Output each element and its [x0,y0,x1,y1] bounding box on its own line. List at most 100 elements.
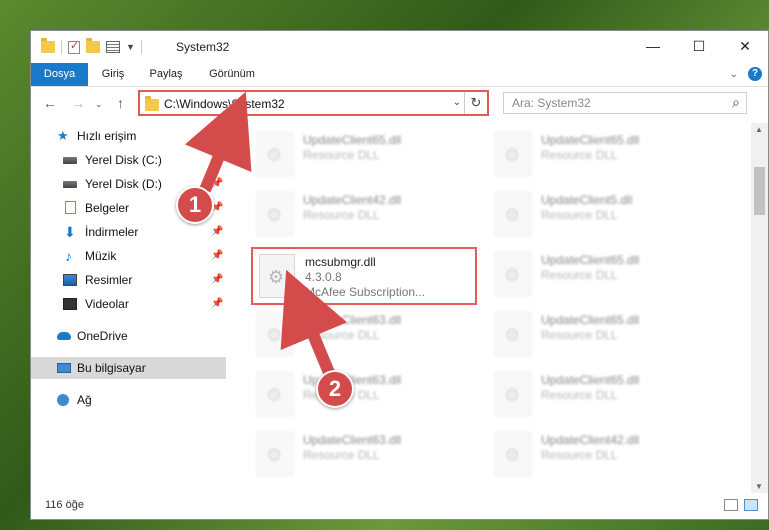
dll-file-icon [495,432,531,476]
search-icon: ⌕ [732,94,740,110]
vertical-scrollbar[interactable]: ▲ ▼ [751,123,768,493]
new-folder-icon[interactable] [86,38,100,53]
file-tile[interactable]: UpdateClient42.dll Resource DLL [489,427,711,485]
file-tile[interactable]: UpdateClient63.dll Resource DLL [251,427,473,485]
dll-file-icon [495,312,531,356]
navigation-pane: ★ Hızlı erişim Yerel Disk (C:) 📌 Yerel D… [31,123,226,493]
nav-item-music[interactable]: ♪ Müzik 📌 [31,245,226,267]
close-button[interactable]: ✕ [722,31,768,61]
scroll-up-icon[interactable]: ▲ [755,125,763,134]
search-placeholder: Ara: System32 [512,96,591,110]
quick-access-toolbar: ▼ [41,38,142,55]
tab-share[interactable]: Paylaş [141,63,191,86]
window-title: System32 [176,40,230,54]
expand-ribbon-icon[interactable]: ⌄ [730,69,738,80]
pictures-icon [63,274,77,286]
ribbon-tabs: Dosya Giriş Paylaş Görünüm ⌄ ? [31,63,768,87]
file-version: 4.3.0.8 [305,270,342,284]
dll-file-icon [495,252,531,296]
dll-file-icon [495,192,531,236]
dll-file-icon [257,432,293,476]
nav-item-downloads[interactable]: ⬇ İndirmeler 📌 [31,221,226,243]
file-list: UpdateClient65.dll Resource DLL UpdateCl… [251,123,739,493]
help-icon[interactable]: ? [748,67,762,81]
file-tile-mcsubmgr[interactable]: mcsubmgr.dll 4.3.0.8 McAfee Subscription… [251,247,477,305]
search-input[interactable]: Ara: System32 ⌕ [503,92,747,114]
pin-icon[interactable]: 📌 [211,173,223,195]
customize-dropdown-icon[interactable]: ▼ [126,42,135,52]
address-path: C:\Windows\System32 [164,97,285,111]
file-tile[interactable]: UpdateClient65.dll Resource DLL [489,127,711,185]
forward-arrow-icon[interactable]: → [71,95,85,111]
pin-icon[interactable]: 📌 [211,293,223,315]
back-arrow-icon[interactable]: ← [43,95,57,111]
pin-icon[interactable]: 📌 [211,221,223,243]
tab-home[interactable]: Giriş [93,63,133,86]
file-tile[interactable]: UpdateClient5.dll Resource DLL [489,187,711,245]
network-icon [57,394,69,406]
view-switcher [724,499,758,511]
maximize-button[interactable]: ☐ [676,31,722,61]
music-icon: ♪ [65,248,72,264]
drive-icon [63,181,77,188]
window-controls: — ☐ ✕ [630,31,768,61]
dll-file-icon [257,132,293,176]
nav-item-videos[interactable]: Videolar 📌 [31,293,226,315]
file-tile[interactable]: UpdateClient65.dll Resource DLL [489,307,711,365]
file-tile[interactable]: UpdateClient42.dll Resource DLL [251,187,473,245]
folder-icon [145,96,159,111]
scroll-thumb[interactable] [754,167,765,215]
properties-icon[interactable] [106,41,120,53]
file-tile[interactable]: UpdateClient63.dll Resource DLL [251,367,473,425]
status-bar: 116 öğe [31,493,768,519]
tiles-view-icon[interactable] [744,499,758,511]
step-badge-2: 2 [316,370,354,408]
tab-file[interactable]: Dosya [31,63,88,86]
file-tile[interactable]: UpdateClient63.dll Resource DLL [251,307,473,365]
dll-file-icon [257,312,293,356]
star-icon: ★ [57,128,69,143]
video-icon [63,298,77,310]
pin-icon[interactable]: 📌 [211,245,223,267]
file-tile[interactable]: UpdateClient65.dll Resource DLL [489,367,711,425]
step-badge-1: 1 [176,186,214,224]
scroll-down-icon[interactable]: ▼ [755,482,763,491]
minimize-button[interactable]: — [630,31,676,61]
download-icon: ⬇ [64,224,76,240]
toolbar-divider [140,40,142,54]
pin-icon[interactable]: 📌 [211,149,223,171]
navigation-row: ← → ⌄ ↑ C:\Windows\System32 ⌄ ↻ Ara: Sys… [31,87,768,121]
dll-file-icon [257,192,293,236]
pin-icon[interactable]: 📌 [211,269,223,291]
file-tile[interactable]: UpdateClient65.dll Resource DLL [489,247,711,305]
file-name: mcsubmgr.dll [305,255,376,269]
title-bar: ▼ System32 — ☐ ✕ [31,31,768,63]
explorer-window: ▼ System32 — ☐ ✕ Dosya Giriş Paylaş Görü… [30,30,769,520]
file-description: McAfee Subscription... [305,285,426,299]
dll-file-icon [495,132,531,176]
address-bar[interactable]: C:\Windows\System32 ⌄ ↻ [138,90,489,116]
recent-dropdown-icon[interactable]: ⌄ [95,99,103,110]
up-arrow-icon[interactable]: ↑ [117,95,124,111]
file-tile[interactable]: UpdateClient65.dll Resource DLL [251,127,473,185]
nav-item-this-pc[interactable]: Bu bilgisayar [31,357,226,379]
nav-item-quick-access[interactable]: ★ Hızlı erişim [31,125,226,147]
computer-icon [57,363,71,373]
item-count: 116 öğe [45,499,84,511]
details-view-icon[interactable] [724,499,738,511]
toolbar-divider [61,40,62,54]
address-dropdown-icon[interactable]: ⌄ [453,97,461,108]
refresh-icon[interactable]: ↻ [464,92,487,114]
nav-item-pictures[interactable]: Resimler 📌 [31,269,226,291]
nav-item-onedrive[interactable]: OneDrive [31,325,226,347]
properties-check-icon[interactable] [68,39,80,54]
nav-item-network[interactable]: Ağ [31,389,226,411]
dll-file-icon [259,254,295,298]
cloud-icon [57,332,71,340]
dll-file-icon [257,372,293,416]
document-icon [65,201,76,214]
folder-icon[interactable] [41,38,55,53]
dll-file-icon [495,372,531,416]
nav-item-disk-c[interactable]: Yerel Disk (C:) 📌 [31,149,226,171]
tab-view[interactable]: Görünüm [201,63,263,86]
